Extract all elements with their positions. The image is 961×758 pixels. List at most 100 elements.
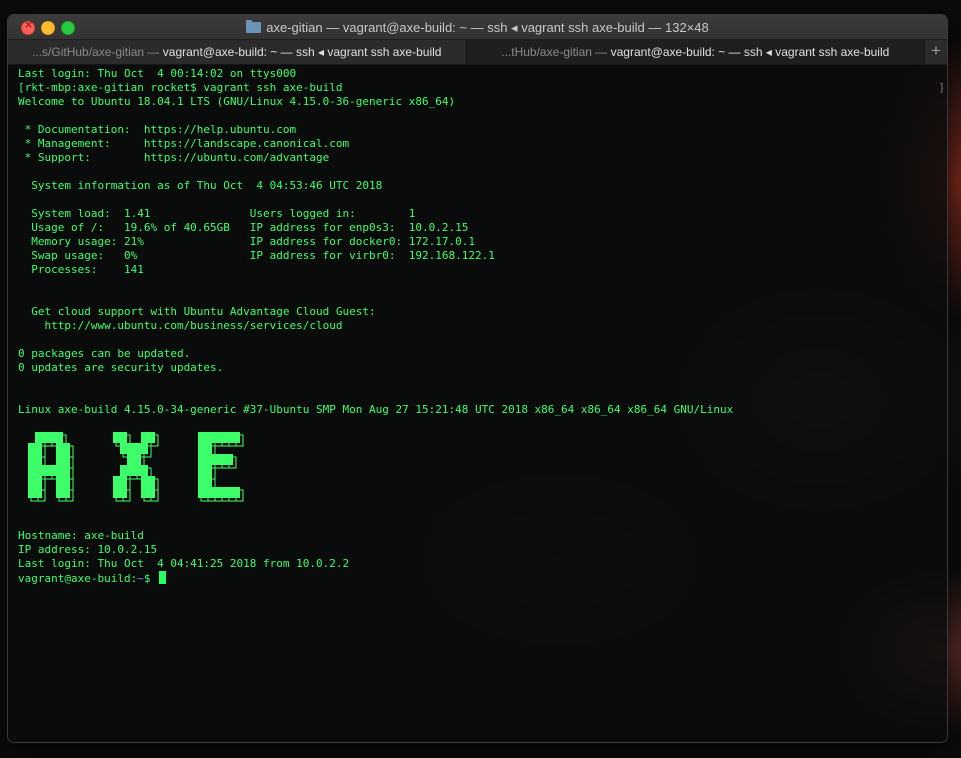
banner-cell: [205, 443, 212, 454]
banner-cell: [141, 487, 148, 498]
banner-cell: [49, 465, 56, 476]
banner-cell: [113, 432, 120, 443]
banner-cell: [198, 487, 205, 498]
new-tab-button[interactable]: +: [925, 40, 947, 64]
tab-1[interactable]: ...s/GitHub/axe-gitian — vagrant@axe-bui…: [8, 40, 467, 64]
banner-cell: [141, 476, 148, 487]
banner-cell: [141, 432, 148, 443]
banner-cell: [42, 432, 49, 443]
banner-cell: [35, 476, 42, 487]
banner-cell: [148, 432, 155, 443]
title-bar[interactable]: axe-gitian — vagrant@axe-build: ~ — ssh …: [8, 15, 947, 40]
text-cursor: [159, 571, 167, 584]
tab-bar: ...s/GitHub/axe-gitian — vagrant@axe-bui…: [8, 40, 947, 65]
banner-cell: [35, 432, 42, 443]
terminal-line: System load: 1.41 Users logged in: 1: [18, 207, 416, 220]
banner-cell: [56, 465, 63, 476]
tab-2[interactable]: ...tHub/axe-gitian — vagrant@axe-build: …: [466, 40, 926, 64]
banner-cell: [148, 476, 155, 487]
banner-cell: [28, 443, 35, 454]
banner-cell: [127, 465, 134, 476]
banner-cell: [63, 443, 70, 454]
banner-cell: [28, 454, 35, 465]
tab-2-path: ...tHub/axe-gitian —: [501, 45, 611, 59]
scroll-marker: ]: [938, 81, 945, 94]
banner-cell: [219, 487, 226, 498]
window-title: axe-gitian — vagrant@axe-build: ~ — ssh …: [8, 20, 947, 36]
banner-cell: [63, 465, 70, 476]
banner-cell: [226, 454, 233, 465]
window-title-text: axe-gitian — vagrant@axe-build: ~ — ssh …: [266, 20, 709, 35]
banner-cell: [120, 465, 127, 476]
banner-cell: [205, 487, 212, 498]
banner-cell: [35, 487, 42, 498]
banner-cell: [212, 454, 219, 465]
banner-cell: [212, 487, 219, 498]
folder-icon: [246, 20, 262, 33]
terminal-line: http://www.ubuntu.com/business/services/…: [18, 319, 343, 332]
banner-cell: [56, 454, 63, 465]
banner-cell: [141, 465, 148, 476]
terminal-line: * Documentation: https://help.ubuntu.com: [18, 123, 297, 136]
banner-cell: [198, 465, 205, 476]
banner-cell: [63, 476, 70, 487]
banner-cell: [205, 454, 212, 465]
banner-cell: [219, 454, 226, 465]
banner-cell: [56, 432, 63, 443]
banner-cell: [205, 465, 212, 476]
terminal-line: Get cloud support with Ubuntu Advantage …: [18, 305, 376, 318]
banner-cell: [134, 454, 141, 465]
banner-cell: [233, 432, 240, 443]
banner-cell: [205, 476, 212, 487]
terminal-line: IP address: 10.0.2.15: [18, 543, 158, 556]
banner-cell: [28, 476, 35, 487]
terminal-window[interactable]: axe-gitian — vagrant@axe-build: ~ — ssh …: [8, 15, 947, 742]
banner-cell: [56, 476, 63, 487]
banner-cell: [56, 443, 63, 454]
terminal-line: Memory usage: 21% IP address for docker0…: [18, 235, 475, 248]
prompt-path: ~: [137, 572, 144, 585]
banner-cell: [148, 487, 155, 498]
prompt-user: vagrant@axe-build:: [18, 572, 138, 585]
banner-cell: [56, 487, 63, 498]
banner-cell: [35, 443, 42, 454]
terminal-line: Hostname: axe-build: [18, 529, 144, 542]
banner-cell: [42, 465, 49, 476]
banner-cell: [205, 432, 212, 443]
terminal-line: Last login: Thu Oct 4 04:41:25 2018 from…: [18, 557, 350, 570]
banner-cell: [63, 454, 70, 465]
banner-cell: [113, 487, 120, 498]
banner-cell: [63, 487, 70, 498]
ascii-banner: [22, 428, 262, 506]
banner-cell: [120, 443, 127, 454]
terminal-line: Usage of /: 19.6% of 40.65GB IP address …: [18, 221, 469, 234]
terminal-line: 0 updates are security updates.: [18, 361, 224, 374]
prompt-line: vagrant@axe-build:~$: [18, 571, 947, 585]
banner-cell: [127, 443, 134, 454]
terminal-line: 0 packages can be updated.: [18, 347, 191, 360]
banner-cell: [28, 487, 35, 498]
terminal-line: Linux axe-build 4.15.0-34-generic #37-Ub…: [18, 403, 734, 416]
banner-cell: [198, 476, 205, 487]
terminal-output[interactable]: Last login: Thu Oct 4 00:14:02 on ttys00…: [8, 65, 947, 742]
banner-cell: [198, 432, 205, 443]
tab-2-label: vagrant@axe-build: ~ — ssh ◂ vagrant ssh…: [610, 45, 890, 59]
banner-cell: [198, 454, 205, 465]
banner-cell: [134, 443, 141, 454]
banner-cell: [134, 465, 141, 476]
banner-cell: [120, 487, 127, 498]
tab-1-path: ...s/GitHub/axe-gitian —: [32, 45, 163, 59]
banner-cell: [233, 487, 240, 498]
terminal-line: Processes: 141: [18, 263, 144, 276]
banner-cell: [141, 443, 148, 454]
banner-cell: [49, 432, 56, 443]
banner-cell: [35, 454, 42, 465]
terminal-line: Swap usage: 0% IP address for virbr0: 19…: [18, 249, 495, 262]
banner-cell: [198, 443, 205, 454]
terminal-line: [rkt-mbp:axe-gitian rocket$ vagrant ssh …: [18, 81, 343, 94]
